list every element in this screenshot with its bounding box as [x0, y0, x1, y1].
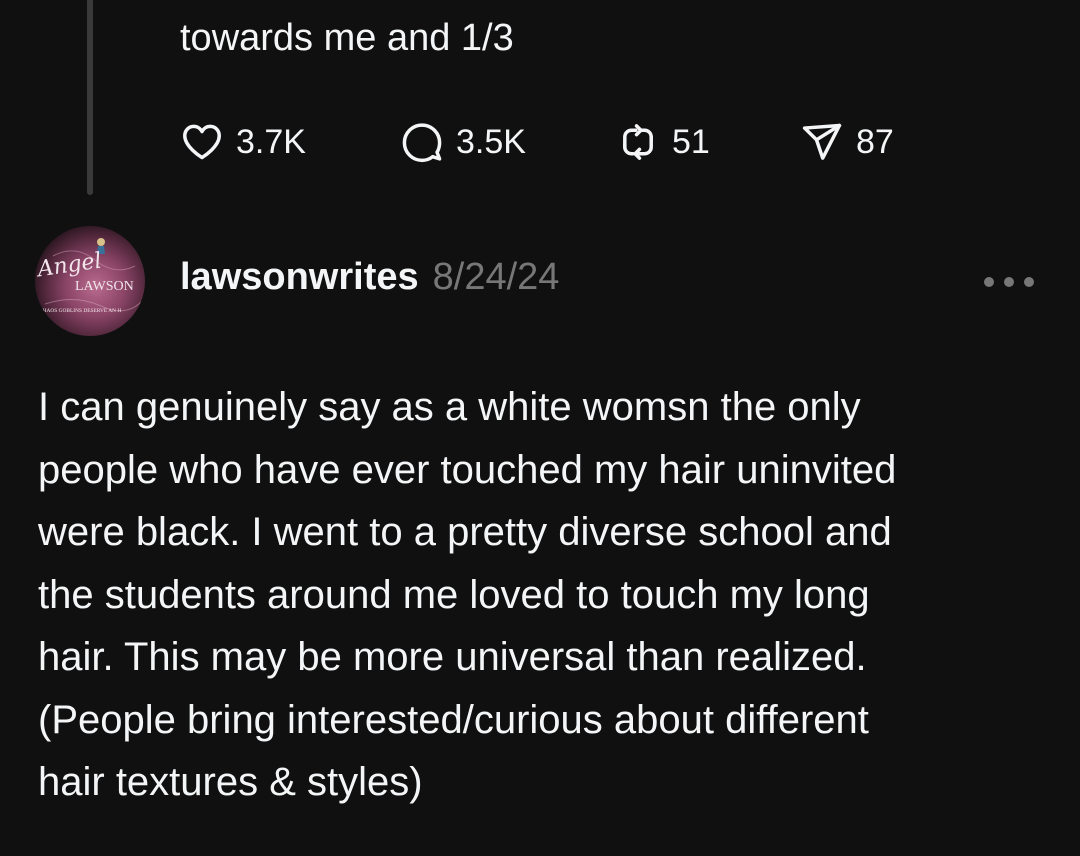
share-count: 87: [856, 123, 894, 161]
more-options-icon: [984, 277, 994, 287]
share-button[interactable]: 87: [800, 118, 940, 166]
avatar-logo-image: Angel LAWSON CHAOS GOBLINS DESERVE AN H: [35, 238, 144, 314]
send-icon: [802, 123, 842, 160]
like-button[interactable]: 3.7K: [180, 118, 400, 166]
avatar-tagline-text: CHAOS GOBLINS DESERVE AN H: [39, 308, 121, 314]
repost-count: 51: [672, 123, 710, 161]
avatar-name-text: LAWSON: [75, 279, 134, 294]
post-header: lawsonwrites 8/24/24: [180, 256, 559, 308]
avatar[interactable]: Angel LAWSON CHAOS GOBLINS DESERVE AN H: [35, 226, 145, 336]
previous-post-text: towards me and 1/3: [180, 17, 514, 59]
username[interactable]: lawsonwrites: [180, 256, 419, 299]
post-body-line: were black. I went to a pretty diverse s…: [38, 510, 892, 554]
repost-button[interactable]: 51: [616, 118, 800, 166]
speech-bubble-icon: [402, 123, 442, 163]
heart-icon: [183, 124, 221, 160]
reply-count: 3.5K: [456, 123, 526, 161]
post-body-line: people who have ever touched my hair uni…: [38, 447, 897, 492]
thread-connector-line: [87, 0, 93, 195]
post-body-line: (People bring interested/curious about d…: [38, 697, 869, 742]
post-date: 8/24/24: [432, 256, 560, 298]
previous-post-actions: 3.7K 3.5K 51 87: [180, 118, 940, 166]
post-body-line: hair. This may be more universal than re…: [38, 635, 867, 679]
repost-icon: [623, 124, 653, 160]
post-body: I can genuinely say as a white womsn the…: [38, 376, 1048, 814]
like-count: 3.7K: [236, 123, 306, 161]
more-options-button[interactable]: [984, 270, 1034, 294]
avatar-script-text: Angel: [35, 249, 103, 283]
more-options-icon-dot: [1004, 277, 1014, 287]
post-body-line: I can genuinely say as a white womsn the…: [38, 385, 861, 429]
reply-button[interactable]: 3.5K: [400, 118, 616, 166]
post-body-line: the students around me loved to touch my…: [38, 572, 870, 617]
post-body-line: hair textures & styles): [38, 760, 423, 804]
more-options-icon-dot: [1024, 277, 1034, 287]
